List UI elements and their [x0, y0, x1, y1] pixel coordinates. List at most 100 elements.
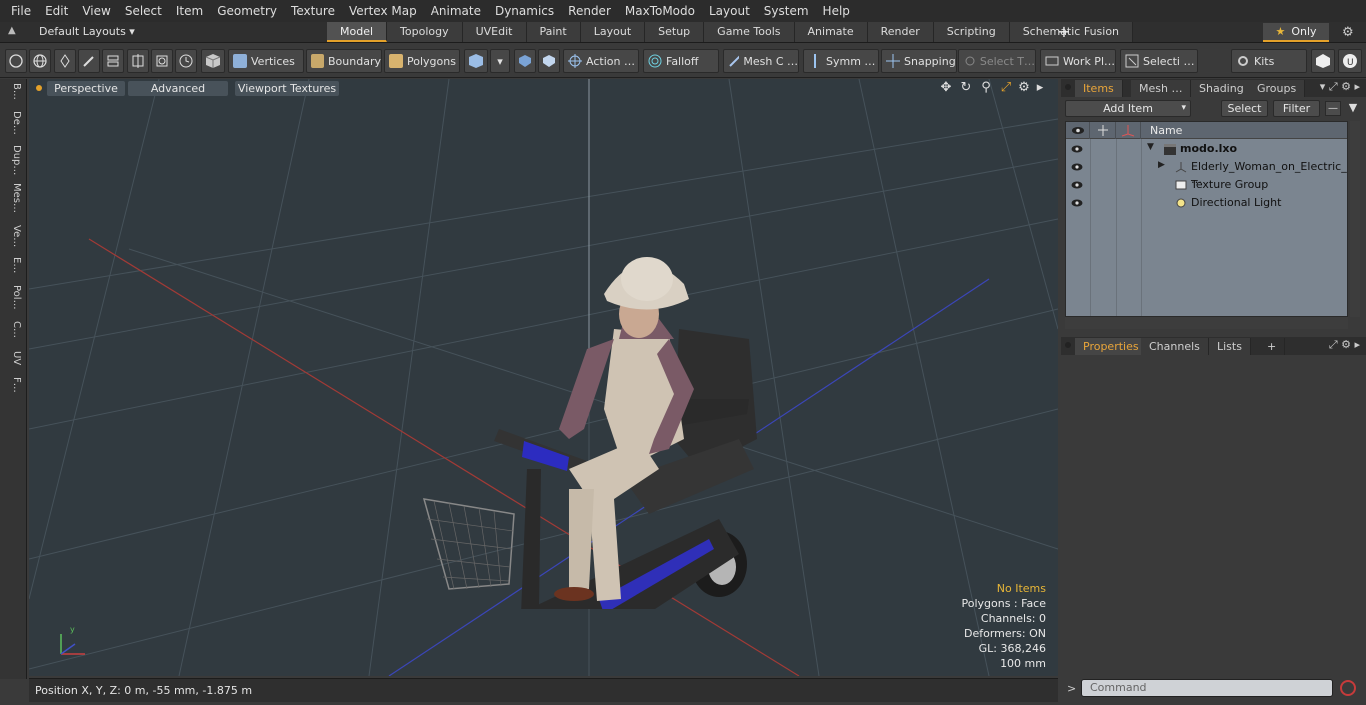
menu-help[interactable]: Help [816, 4, 857, 18]
action-center-button[interactable]: Action … [563, 49, 639, 73]
menu-maxtomodo[interactable]: MaxToModo [618, 4, 702, 18]
eye-icon[interactable] [1071, 161, 1083, 173]
type-column-icon[interactable] [1116, 122, 1141, 139]
filter-button[interactable]: Filter [1273, 100, 1320, 117]
material-button[interactable] [464, 49, 488, 73]
items-horizontal-scrollbar[interactable] [1065, 317, 1348, 329]
scooter-model[interactable] [409, 169, 809, 609]
zoom-view-icon[interactable]: ⚲ [979, 81, 993, 95]
tab-mesh-ops[interactable]: Mesh … [1131, 80, 1192, 97]
advanced-button[interactable]: Advanced [128, 81, 228, 96]
menu-geometry[interactable]: Geometry [210, 4, 284, 18]
rail-tab-vertex[interactable]: Ve… [5, 225, 22, 247]
item-row-texture-group[interactable]: Texture Group [1066, 176, 1347, 194]
tab-lists[interactable]: Lists [1209, 338, 1251, 355]
viewport-textures-button[interactable]: Viewport Textures [235, 81, 339, 96]
falloff-button[interactable]: Falloff [643, 49, 719, 73]
tab-channels[interactable]: Channels [1141, 338, 1209, 355]
eye-icon[interactable] [1071, 179, 1083, 191]
polygons-button[interactable]: Polygons [384, 49, 460, 73]
selection-sets-button[interactable]: Selecti … [1120, 49, 1198, 73]
perspective-button[interactable]: Perspective [47, 81, 125, 96]
name-column-header[interactable]: Name [1150, 122, 1182, 139]
rail-tab-fusion[interactable]: F… [5, 377, 22, 393]
items-vertical-scrollbar[interactable] [1350, 121, 1360, 317]
boundary-button[interactable]: Boundary [306, 49, 382, 73]
menu-layout[interactable]: Layout [702, 4, 757, 18]
tab-items[interactable]: Items [1075, 80, 1123, 97]
menu-view[interactable]: View [75, 4, 117, 18]
tab-uvedit[interactable]: UVEdit [462, 22, 527, 42]
item-row-directional-light[interactable]: Directional Light [1066, 194, 1347, 212]
menu-item[interactable]: Item [169, 4, 210, 18]
lock-column-icon[interactable] [1090, 122, 1116, 139]
move-view-icon[interactable]: ✥ [939, 81, 953, 95]
unreal-button[interactable]: U [1338, 49, 1362, 73]
pen-tool-button[interactable] [54, 49, 76, 73]
tab-model[interactable]: Model [327, 22, 388, 42]
menu-select[interactable]: Select [118, 4, 169, 18]
rail-tab-curve[interactable]: C… [5, 321, 22, 338]
vertices-button[interactable]: Vertices [228, 49, 304, 73]
menu-render[interactable]: Render [561, 4, 618, 18]
panel-options-icon[interactable]: ⤢ ⚙ ▸ [1329, 338, 1360, 352]
rail-tab-duplicate[interactable]: Dup… [5, 145, 22, 175]
collapse-icon[interactable]: — [1325, 101, 1341, 116]
tab-animate[interactable]: Animate [794, 22, 868, 42]
rail-tab-deform[interactable]: De… [5, 111, 22, 135]
menu-edit[interactable]: Edit [38, 4, 75, 18]
add-panel-tab-button[interactable]: + [1259, 338, 1286, 355]
symmetry-button[interactable]: Symm … [803, 49, 879, 73]
menu-system[interactable]: System [757, 4, 816, 18]
add-item-button[interactable]: Add Item ▾ [1065, 100, 1191, 117]
select-button[interactable]: Select [1221, 100, 1268, 117]
menu-file[interactable]: File [4, 4, 38, 18]
menu-texture[interactable]: Texture [284, 4, 342, 18]
tab-paint[interactable]: Paint [526, 22, 581, 42]
rail-tab-edge[interactable]: E… [5, 257, 22, 273]
layout-pin-icon[interactable]: ▲ [8, 25, 22, 39]
work-plane-button[interactable]: Work Pl… [1040, 49, 1116, 73]
menu-vertex-map[interactable]: Vertex Map [342, 4, 424, 18]
tab-scripting[interactable]: Scripting [933, 22, 1010, 42]
only-toggle[interactable]: ★ Only [1263, 23, 1329, 42]
rail-tab-basic[interactable]: B… [5, 83, 22, 100]
kits-button[interactable]: Kits [1231, 49, 1307, 73]
rail-tab-uv[interactable]: UV [5, 351, 22, 365]
mesh-constraint-button[interactable]: Mesh C … [723, 49, 799, 73]
menu-animate[interactable]: Animate [424, 4, 488, 18]
tab-properties[interactable]: Properties [1075, 338, 1148, 355]
transform-button[interactable] [127, 49, 149, 73]
tab-groups[interactable]: Groups [1249, 80, 1306, 97]
rotate-view-icon[interactable]: ↻ [959, 81, 973, 95]
frame-button[interactable] [151, 49, 173, 73]
items-list[interactable]: Name ▼ modo.lxo ▶ Elderly_Woman_on_Elect… [1065, 121, 1348, 317]
command-input[interactable]: Command [1081, 679, 1333, 697]
expand-arrow-icon[interactable]: ▼ [1147, 142, 1154, 152]
menu-dynamics[interactable]: Dynamics [488, 4, 561, 18]
tab-topology[interactable]: Topology [387, 22, 463, 42]
snapping-button[interactable]: Snapping [881, 49, 957, 73]
tab-render[interactable]: Render [867, 22, 934, 42]
timer-button[interactable] [175, 49, 197, 73]
snap-edge-button[interactable] [538, 49, 560, 73]
tab-setup[interactable]: Setup [645, 22, 705, 42]
viewport-gear-icon[interactable]: ⚙ [1017, 81, 1031, 95]
snap-vert-button[interactable] [514, 49, 536, 73]
tab-layout[interactable]: Layout [580, 22, 646, 42]
eye-icon[interactable] [1071, 143, 1083, 155]
funnel-icon[interactable]: ▼ [1345, 101, 1361, 116]
panel-options-icon[interactable]: ▾ ⤢ ⚙ ▸ [1320, 80, 1360, 94]
rail-tab-mesh-edit[interactable]: Mes… [5, 183, 22, 213]
circle-select-button[interactable] [5, 49, 27, 73]
viewport-menu-arrow-icon[interactable]: ▸ [1033, 81, 1047, 95]
add-tab-button[interactable]: + [1057, 22, 1071, 43]
material-dropdown[interactable]: ▾ [490, 49, 510, 73]
tab-game-tools[interactable]: Game Tools [704, 22, 795, 42]
visibility-column-icon[interactable] [1066, 122, 1090, 139]
tab-schematic-fusion[interactable]: Schematic Fusion [1009, 22, 1134, 42]
globe-button[interactable] [29, 49, 51, 73]
brush-tool-button[interactable] [78, 49, 100, 73]
rail-tab-polygon[interactable]: Pol… [5, 285, 22, 310]
item-row-elderly-woman[interactable]: ▶ Elderly_Woman_on_Electric_ … [1066, 158, 1347, 186]
